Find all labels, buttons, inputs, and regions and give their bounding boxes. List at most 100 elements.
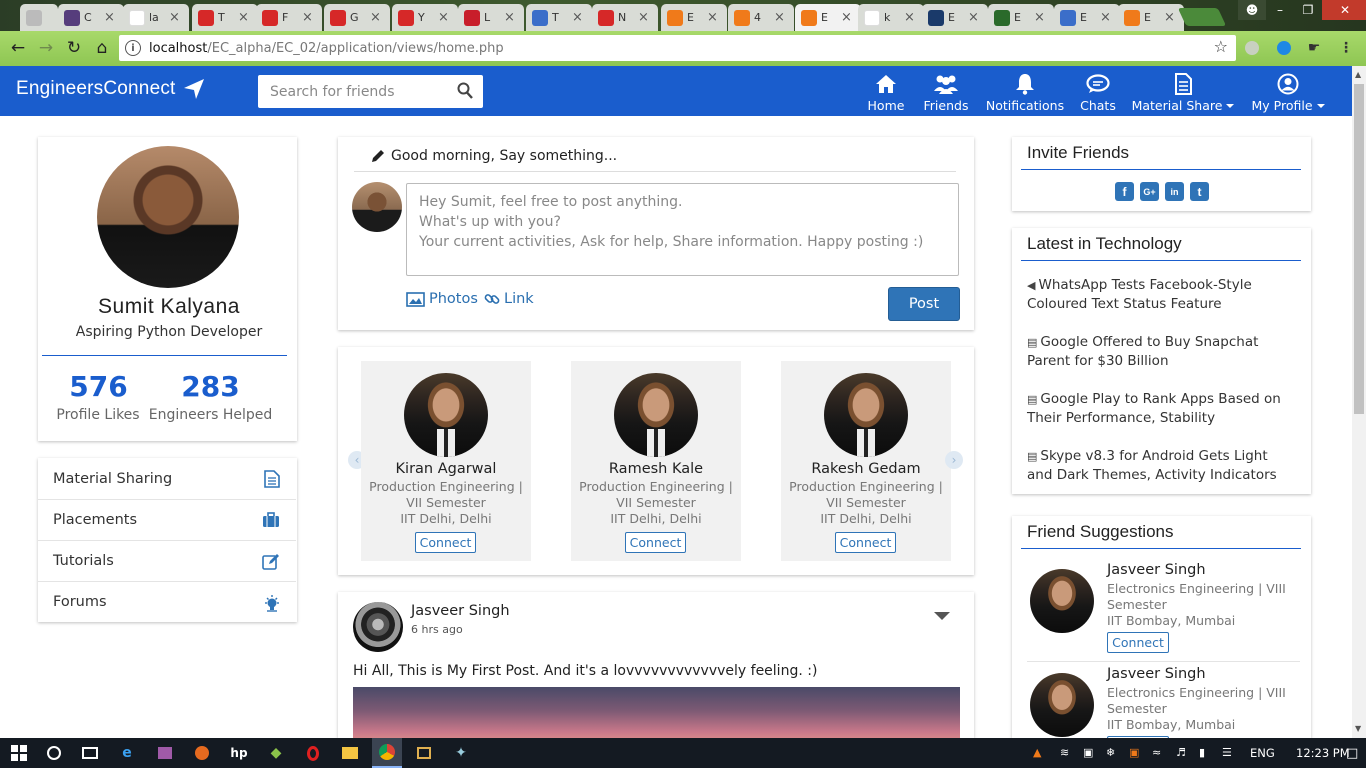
browser-tab[interactable] xyxy=(20,4,58,31)
tab-close-icon[interactable]: × xyxy=(104,10,115,25)
friend-name[interactable]: Jasveer Singh xyxy=(1107,666,1206,682)
news-item[interactable]: ▤ Google Play to Rank Apps Based on Their… xyxy=(1027,390,1292,428)
news-item[interactable]: ▤ Google Offered to Buy Snapchat Parent f… xyxy=(1027,333,1292,371)
restore-button[interactable]: ❐ xyxy=(1294,0,1322,20)
chrome-icon[interactable] xyxy=(372,738,402,768)
cortana-icon[interactable] xyxy=(43,743,65,763)
tray-volume-icon[interactable]: ♬ xyxy=(1176,746,1186,759)
tray-xampp-icon[interactable]: ▣ xyxy=(1129,746,1139,759)
scroll-up-icon[interactable]: ▲ xyxy=(1355,70,1361,79)
browser-tab[interactable]: 4 × xyxy=(728,4,794,31)
tab-close-icon[interactable]: × xyxy=(968,10,979,25)
suggestion-name[interactable]: Kiran Agarwal xyxy=(361,461,531,477)
friend-avatar[interactable] xyxy=(1030,569,1094,633)
friend-avatar[interactable] xyxy=(1030,673,1094,737)
start-windows-icon[interactable] xyxy=(8,743,30,763)
browser-tab[interactable]: Y × xyxy=(392,4,458,31)
browser-tab[interactable]: T × xyxy=(192,4,258,31)
search-input[interactable] xyxy=(270,83,450,100)
menu-tutorials[interactable]: Tutorials xyxy=(38,540,296,581)
tab-close-icon[interactable]: × xyxy=(302,10,313,25)
add-photos-button[interactable]: Photos xyxy=(406,291,478,307)
language-indicator[interactable]: ENG xyxy=(1250,746,1275,760)
tray-app-icon[interactable]: ▣ xyxy=(1083,746,1093,759)
profile-avatar[interactable] xyxy=(97,146,239,288)
tab-close-icon[interactable]: × xyxy=(774,10,785,25)
forward-button[interactable]: → xyxy=(32,34,60,62)
tab-close-icon[interactable]: × xyxy=(572,10,583,25)
app-icon[interactable] xyxy=(154,743,176,763)
browser-tab[interactable]: G × xyxy=(324,4,390,31)
linkedin-icon[interactable]: in xyxy=(1165,182,1184,201)
tab-close-icon[interactable]: × xyxy=(438,10,449,25)
browser-tab[interactable]: F × xyxy=(256,4,322,31)
connect-button[interactable]: Connect xyxy=(1107,632,1169,653)
carousel-next-button[interactable]: › xyxy=(945,451,963,469)
tray-wifi-icon[interactable]: ≈ xyxy=(1152,746,1161,759)
connect-button[interactable]: Connect xyxy=(625,532,686,553)
tab-close-icon[interactable]: × xyxy=(238,10,249,25)
suggestion-name[interactable]: Ramesh Kale xyxy=(571,461,741,477)
action-center-icon[interactable]: □ xyxy=(1346,746,1358,761)
app-window-icon[interactable] xyxy=(413,743,435,763)
bookmark-star-icon[interactable]: ☆ xyxy=(1214,37,1228,56)
clock[interactable]: 12:23 PM xyxy=(1296,746,1350,760)
close-window-button[interactable]: ✕ xyxy=(1322,0,1366,20)
suggestion-avatar[interactable] xyxy=(404,373,488,457)
nav-my-profile[interactable]: My Profile xyxy=(1228,72,1348,113)
tab-close-icon[interactable]: × xyxy=(169,10,180,25)
google-plus-icon[interactable]: G+ xyxy=(1140,182,1159,201)
tab-close-icon[interactable]: × xyxy=(370,10,381,25)
file-explorer-icon[interactable] xyxy=(339,743,361,763)
twitter-icon[interactable]: t xyxy=(1190,182,1209,201)
tray-network-icon[interactable]: ≋ xyxy=(1060,746,1069,759)
post-textarea[interactable] xyxy=(406,183,959,276)
back-button[interactable]: ← xyxy=(4,34,32,62)
tray-snowflake-icon[interactable]: ❄ xyxy=(1106,746,1115,759)
info-icon[interactable]: i xyxy=(125,40,141,56)
tab-close-icon[interactable]: × xyxy=(707,10,718,25)
opera-icon[interactable] xyxy=(302,743,324,763)
browser-tab[interactable]: E × xyxy=(1054,4,1120,31)
menu-placements[interactable]: Placements xyxy=(38,499,296,540)
browser-tab[interactable]: T × xyxy=(526,4,592,31)
post-author[interactable]: Jasveer Singh xyxy=(411,603,510,619)
post-image[interactable] xyxy=(353,687,960,738)
profile-name[interactable]: Sumit Kalyana xyxy=(38,295,300,319)
post-author-avatar[interactable] xyxy=(353,602,403,652)
tab-close-icon[interactable]: × xyxy=(1100,10,1111,25)
menu-material-sharing[interactable]: Material Sharing xyxy=(38,458,296,499)
scroll-down-icon[interactable]: ▼ xyxy=(1355,724,1361,733)
browser-tab[interactable]: N × xyxy=(592,4,658,31)
add-link-button[interactable]: Link xyxy=(484,291,534,307)
tray-fox-icon[interactable]: ▲ xyxy=(1033,746,1041,759)
tab-close-icon[interactable]: × xyxy=(638,10,649,25)
new-tab-button[interactable] xyxy=(1177,8,1227,26)
reload-button[interactable]: ↻ xyxy=(60,34,88,62)
tray-message-icon[interactable]: ☰ xyxy=(1222,746,1232,759)
tray-battery-icon[interactable]: ▮ xyxy=(1199,746,1205,759)
app-green-icon[interactable]: ◆ xyxy=(265,743,287,763)
tab-close-icon[interactable]: × xyxy=(841,10,852,25)
connect-button[interactable]: Connect xyxy=(415,532,476,553)
menu-forums[interactable]: Forums xyxy=(38,581,296,622)
tab-close-icon[interactable]: × xyxy=(904,10,915,25)
news-item[interactable]: ◀ WhatsApp Tests Facebook-Style Coloured … xyxy=(1027,276,1292,314)
page-scrollbar[interactable]: ▲ ▼ xyxy=(1352,66,1366,738)
brand-logo[interactable]: EngineersConnect xyxy=(16,78,206,100)
edge-icon[interactable]: e xyxy=(116,743,138,763)
friend-name[interactable]: Jasveer Singh xyxy=(1107,562,1206,578)
browser-tab[interactable]: la × xyxy=(123,4,189,31)
browser-tab[interactable]: E × xyxy=(922,4,988,31)
browser-tab[interactable]: E × xyxy=(988,4,1054,31)
connect-button[interactable]: Connect xyxy=(835,532,896,553)
address-bar[interactable]: i localhost/EC_alpha/EC_02/application/v… xyxy=(119,35,1236,61)
browser-tab[interactable]: k × xyxy=(858,4,924,31)
search-icon[interactable] xyxy=(457,82,473,100)
post-options-caret-icon[interactable] xyxy=(934,612,950,620)
nav-material-share[interactable]: Material Share xyxy=(1123,72,1243,113)
menu-icon[interactable]: ⋮ xyxy=(1336,38,1356,58)
scrollbar-thumb[interactable] xyxy=(1354,84,1364,414)
tab-close-icon[interactable]: × xyxy=(1164,10,1175,25)
home-button[interactable]: ⌂ xyxy=(88,34,116,62)
